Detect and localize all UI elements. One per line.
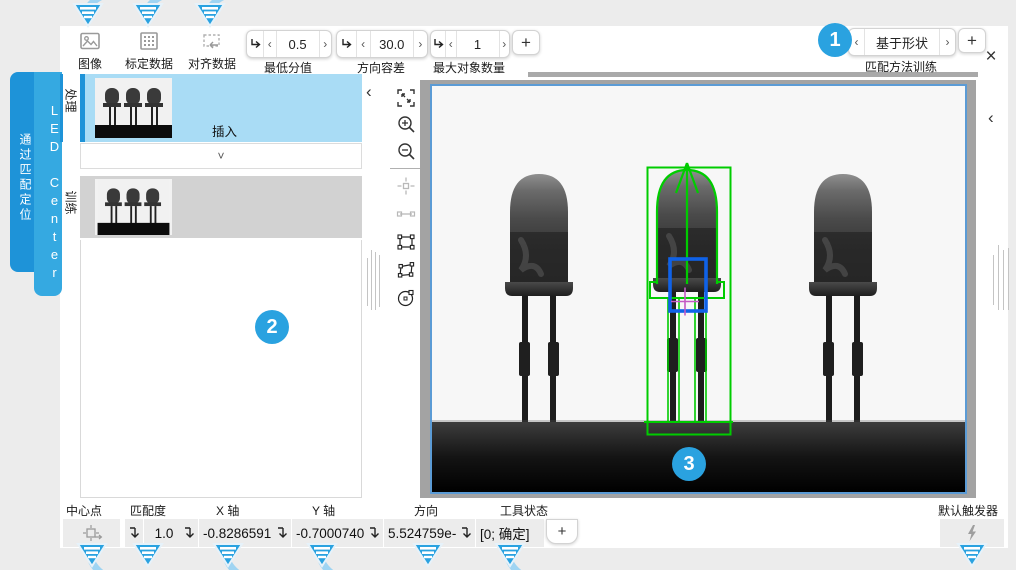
circle-tool-button[interactable] bbox=[394, 286, 418, 310]
right-panel-collapse-icon[interactable]: ‹ bbox=[988, 108, 994, 128]
x-axis-label: X 轴 bbox=[216, 502, 239, 519]
min-score-increment[interactable]: › bbox=[319, 31, 331, 57]
max-objects-increment[interactable]: › bbox=[499, 31, 510, 57]
score-value[interactable]: 1.0 bbox=[144, 519, 180, 547]
angle-tolerance-value[interactable]: 30.0 bbox=[370, 31, 413, 57]
match-method-selector[interactable]: ‹ 基于形状 › bbox=[848, 28, 956, 56]
template-thumbnail bbox=[95, 179, 172, 235]
splitter-handle[interactable] bbox=[375, 252, 376, 310]
splitter-handle[interactable] bbox=[379, 255, 380, 307]
y-output-icon bbox=[273, 519, 291, 547]
splitter-handle[interactable] bbox=[993, 255, 994, 305]
line-tool-button[interactable] bbox=[394, 202, 418, 226]
image-button[interactable]: 图像 bbox=[64, 30, 116, 72]
rect-tool-icon bbox=[396, 232, 416, 252]
image-icon bbox=[79, 30, 101, 52]
x-output-icon bbox=[180, 519, 198, 547]
max-objects-stepper[interactable]: ‹ 1 › bbox=[430, 30, 510, 58]
add-output-button[interactable]: + bbox=[546, 519, 578, 544]
step-badge-2: 2 bbox=[255, 310, 289, 344]
splitter-handle[interactable] bbox=[998, 245, 999, 310]
point-tool-button[interactable] bbox=[394, 174, 418, 198]
sidebar-tab-locate-by-match[interactable]: 通过匹配定位 bbox=[10, 72, 34, 272]
center-point-label: 中心点 bbox=[66, 502, 102, 519]
panel-collapse-icon[interactable]: ‹ bbox=[366, 82, 372, 102]
center-point-icon bbox=[81, 523, 103, 543]
score-output-icon bbox=[125, 519, 143, 547]
angle-output-icon bbox=[365, 519, 383, 547]
trigger-button[interactable] bbox=[940, 519, 1004, 547]
match-method-value[interactable]: 基于形状 bbox=[864, 29, 939, 55]
toolbar-divider bbox=[390, 168, 420, 169]
splitter-handle[interactable] bbox=[1008, 248, 1009, 310]
point-tool-icon bbox=[396, 176, 416, 196]
calibration-data-button-label: 标定数据 bbox=[125, 55, 173, 72]
circle-tool-icon bbox=[396, 288, 416, 308]
calibration-data-button[interactable]: 标定数据 bbox=[118, 30, 180, 72]
min-score-value[interactable]: 0.5 bbox=[276, 31, 319, 57]
step-badge-1: 1 bbox=[818, 23, 852, 57]
zoom-in-button[interactable] bbox=[394, 113, 418, 137]
splitter-handle[interactable] bbox=[1003, 250, 1004, 310]
template-list-area[interactable] bbox=[80, 240, 362, 498]
align-data-button-label: 对齐数据 bbox=[188, 55, 236, 72]
calibration-grid-icon bbox=[138, 30, 160, 52]
chevron-down-icon: ˅ bbox=[217, 149, 224, 163]
image-button-label: 图像 bbox=[78, 55, 102, 72]
tool-state-label: 工具状态 bbox=[500, 502, 548, 519]
template-row-train[interactable] bbox=[80, 176, 362, 238]
zoom-out-icon bbox=[396, 142, 416, 162]
angle-tolerance-increment[interactable]: › bbox=[413, 31, 427, 57]
match-method-next[interactable]: › bbox=[939, 29, 955, 55]
add-param-button[interactable]: + bbox=[512, 30, 540, 55]
template-row-insert[interactable]: 插入 bbox=[80, 74, 362, 142]
app-root: { "icons": { "close": "×", "collapse": "… bbox=[0, 0, 1016, 570]
center-point-button[interactable] bbox=[63, 519, 120, 547]
state-output-icon bbox=[457, 519, 475, 547]
rect-tool-button[interactable] bbox=[394, 230, 418, 254]
camera-image bbox=[432, 86, 965, 492]
y-axis-label: Y 轴 bbox=[312, 502, 335, 519]
x-value[interactable]: -0.8286591 bbox=[199, 519, 273, 547]
max-objects-decrement[interactable]: ‹ bbox=[445, 31, 456, 57]
match-method-label: 匹配方法训练 bbox=[843, 58, 959, 75]
fit-view-icon bbox=[396, 88, 416, 108]
step-badge-3: 3 bbox=[672, 447, 706, 481]
led-thumbnail-image bbox=[95, 78, 172, 138]
angle-tolerance-stepper[interactable]: ‹ 30.0 › bbox=[336, 30, 428, 58]
row-selection-bar bbox=[80, 74, 85, 142]
y-value[interactable]: -0.7000740 bbox=[292, 519, 365, 547]
max-objects-value[interactable]: 1 bbox=[456, 31, 499, 57]
default-trigger-label: 默认触发器 bbox=[938, 502, 998, 519]
angle-tolerance-decrement[interactable]: ‹ bbox=[356, 31, 370, 57]
fit-view-button[interactable] bbox=[394, 86, 418, 110]
line-tool-icon bbox=[396, 204, 416, 224]
template-dropdown[interactable]: ˅ bbox=[80, 143, 362, 169]
align-data-icon bbox=[201, 30, 223, 52]
rotated-rect-tool-button[interactable] bbox=[394, 258, 418, 282]
splitter-handle[interactable] bbox=[367, 258, 368, 306]
score-label: 匹配度 bbox=[130, 502, 166, 519]
return-arrow-icon bbox=[431, 31, 445, 57]
return-arrow-icon bbox=[247, 31, 263, 57]
min-score-stepper[interactable]: ‹ 0.5 › bbox=[246, 30, 332, 58]
max-objects-label: 最大对象数量 bbox=[424, 59, 514, 76]
angle-label: 方向 bbox=[414, 502, 438, 519]
state-value[interactable]: [0; 确定] bbox=[476, 519, 544, 547]
return-arrow-icon bbox=[337, 31, 356, 57]
lightning-icon bbox=[965, 524, 979, 542]
rotated-rect-tool-icon bbox=[396, 260, 416, 280]
zoom-out-button[interactable] bbox=[394, 140, 418, 164]
close-icon[interactable]: × bbox=[982, 48, 1000, 66]
template-thumbnail bbox=[95, 78, 172, 138]
image-canvas[interactable] bbox=[430, 84, 967, 494]
angle-value[interactable]: 5.524759e- bbox=[384, 519, 457, 547]
align-data-button[interactable]: 对齐数据 bbox=[182, 30, 242, 72]
template-row-label: 插入 bbox=[212, 121, 237, 140]
zoom-in-icon bbox=[396, 115, 416, 135]
splitter-handle[interactable] bbox=[371, 250, 372, 310]
led-thumbnail-image bbox=[95, 179, 172, 235]
min-score-decrement[interactable]: ‹ bbox=[263, 31, 275, 57]
